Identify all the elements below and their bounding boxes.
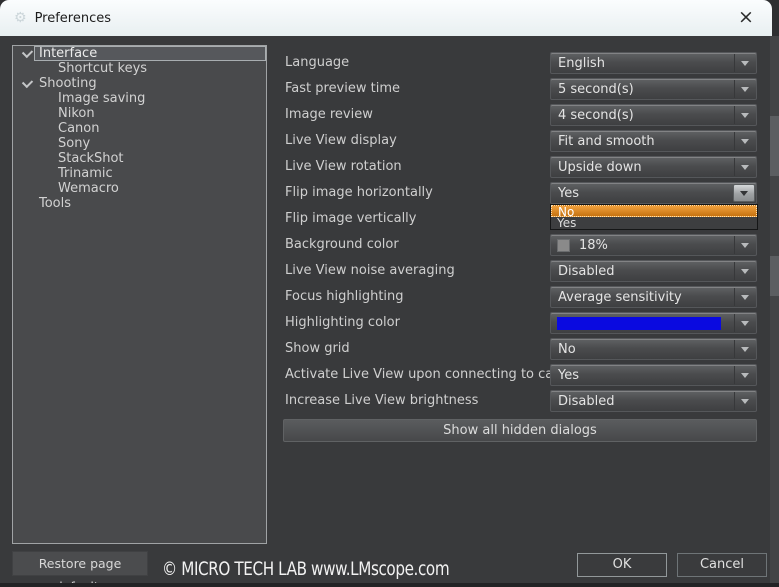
background-color-dropdown[interactable]: 18%	[550, 234, 757, 256]
preferences-dialog: ⚙ Preferences × Interface Shortcut keys …	[0, 0, 772, 583]
title-bar[interactable]: ⚙ Preferences ×	[0, 0, 772, 36]
image-review-dropdown[interactable]: 4 second(s)	[550, 104, 757, 126]
chevron-down-icon	[734, 314, 755, 332]
chevron-down-icon	[734, 80, 755, 98]
color-swatch	[557, 239, 570, 252]
focus-highlighting-dropdown[interactable]: Average sensitivity	[550, 286, 757, 308]
show-grid-dropdown[interactable]: No	[550, 338, 757, 360]
setting-row-live-view-display: Live View display Fit and smooth	[285, 130, 757, 152]
chevron-down-icon	[734, 340, 755, 358]
setting-row-highlighting-color: Highlighting color	[285, 312, 757, 334]
background-window-edge	[770, 116, 779, 176]
highlighting-color-dropdown[interactable]	[550, 312, 757, 334]
window-title: Preferences	[35, 11, 111, 26]
background-window-edge	[0, 583, 779, 587]
activate-live-view-dropdown[interactable]: Yes	[550, 364, 757, 386]
tree-item-trinamic[interactable]: Trinamic	[13, 166, 266, 181]
setting-row-noise-averaging: Live View noise averaging Disabled	[285, 260, 757, 282]
setting-row-activate-live-view: Activate Live View upon connecting to ca…	[285, 364, 757, 386]
chevron-down-icon	[734, 54, 755, 72]
dropdown-option-no[interactable]: No	[551, 205, 757, 217]
background-window-edge	[770, 256, 779, 296]
chevron-down-icon	[734, 158, 755, 176]
gear-icon: ⚙	[14, 11, 27, 25]
chevron-down-icon	[734, 262, 755, 280]
chevron-down-icon	[734, 236, 755, 254]
setting-row-focus-highlighting: Focus highlighting Average sensitivity	[285, 286, 757, 308]
show-hidden-dialogs-button[interactable]: Show all hidden dialogs	[283, 419, 757, 442]
setting-row-background-color: Background color 18%	[285, 234, 757, 256]
restore-defaults-button[interactable]: Restore page defaults	[12, 551, 148, 576]
fast-preview-time-dropdown[interactable]: 5 second(s)	[550, 78, 757, 100]
tree-item-stackshot[interactable]: StackShot	[13, 151, 266, 166]
tree-item-wemacro[interactable]: Wemacro	[13, 181, 266, 196]
chevron-down-icon	[734, 106, 755, 124]
tree-item-canon[interactable]: Canon	[13, 121, 266, 136]
tree-item-interface[interactable]: Interface	[13, 46, 266, 61]
tree-item-shortcut-keys[interactable]: Shortcut keys	[13, 61, 266, 76]
setting-row-live-view-brightness: Increase Live View brightness Disabled	[285, 390, 757, 412]
live-view-rotation-dropdown[interactable]: Upside down	[550, 156, 757, 178]
chevron-down-icon	[734, 288, 755, 306]
setting-row-flip-horizontal: Flip image horizontally Yes	[285, 182, 757, 204]
setting-row-fast-preview-time: Fast preview time 5 second(s)	[285, 78, 757, 100]
cancel-button[interactable]: Cancel	[677, 553, 767, 577]
noise-averaging-dropdown[interactable]: Disabled	[550, 260, 757, 282]
tree-item-shooting[interactable]: Shooting	[13, 76, 266, 91]
tree-item-tools[interactable]: Tools	[13, 196, 266, 211]
language-dropdown[interactable]: English	[550, 52, 757, 74]
setting-row-show-grid: Show grid No	[285, 338, 757, 360]
tree-item-sony[interactable]: Sony	[13, 136, 266, 151]
flip-horizontal-dropdown[interactable]: Yes	[550, 182, 757, 204]
copyright-text: © MICRO TECH LAB www.LMscope.com	[162, 558, 449, 580]
tree-item-image-saving[interactable]: Image saving	[13, 91, 266, 106]
tree-item-nikon[interactable]: Nikon	[13, 106, 266, 121]
dropdown-popup: No Yes	[550, 204, 758, 230]
setting-row-language: Language English	[285, 52, 757, 74]
dropdown-option-yes[interactable]: Yes	[551, 217, 757, 229]
ok-button[interactable]: OK	[577, 553, 667, 577]
color-bar	[557, 317, 721, 330]
setting-row-image-review: Image review 4 second(s)	[285, 104, 757, 126]
chevron-down-icon	[734, 392, 755, 410]
background-window-edge	[770, 36, 779, 583]
chevron-down-icon	[734, 132, 755, 150]
live-view-brightness-dropdown[interactable]: Disabled	[550, 390, 757, 412]
live-view-display-dropdown[interactable]: Fit and smooth	[550, 130, 757, 152]
setting-row-live-view-rotation: Live View rotation Upside down	[285, 156, 757, 178]
chevron-down-icon	[734, 366, 755, 384]
close-icon[interactable]: ×	[732, 5, 760, 31]
preferences-tree: Interface Shortcut keys Shooting Image s…	[12, 45, 267, 544]
chevron-down-icon	[733, 184, 755, 202]
